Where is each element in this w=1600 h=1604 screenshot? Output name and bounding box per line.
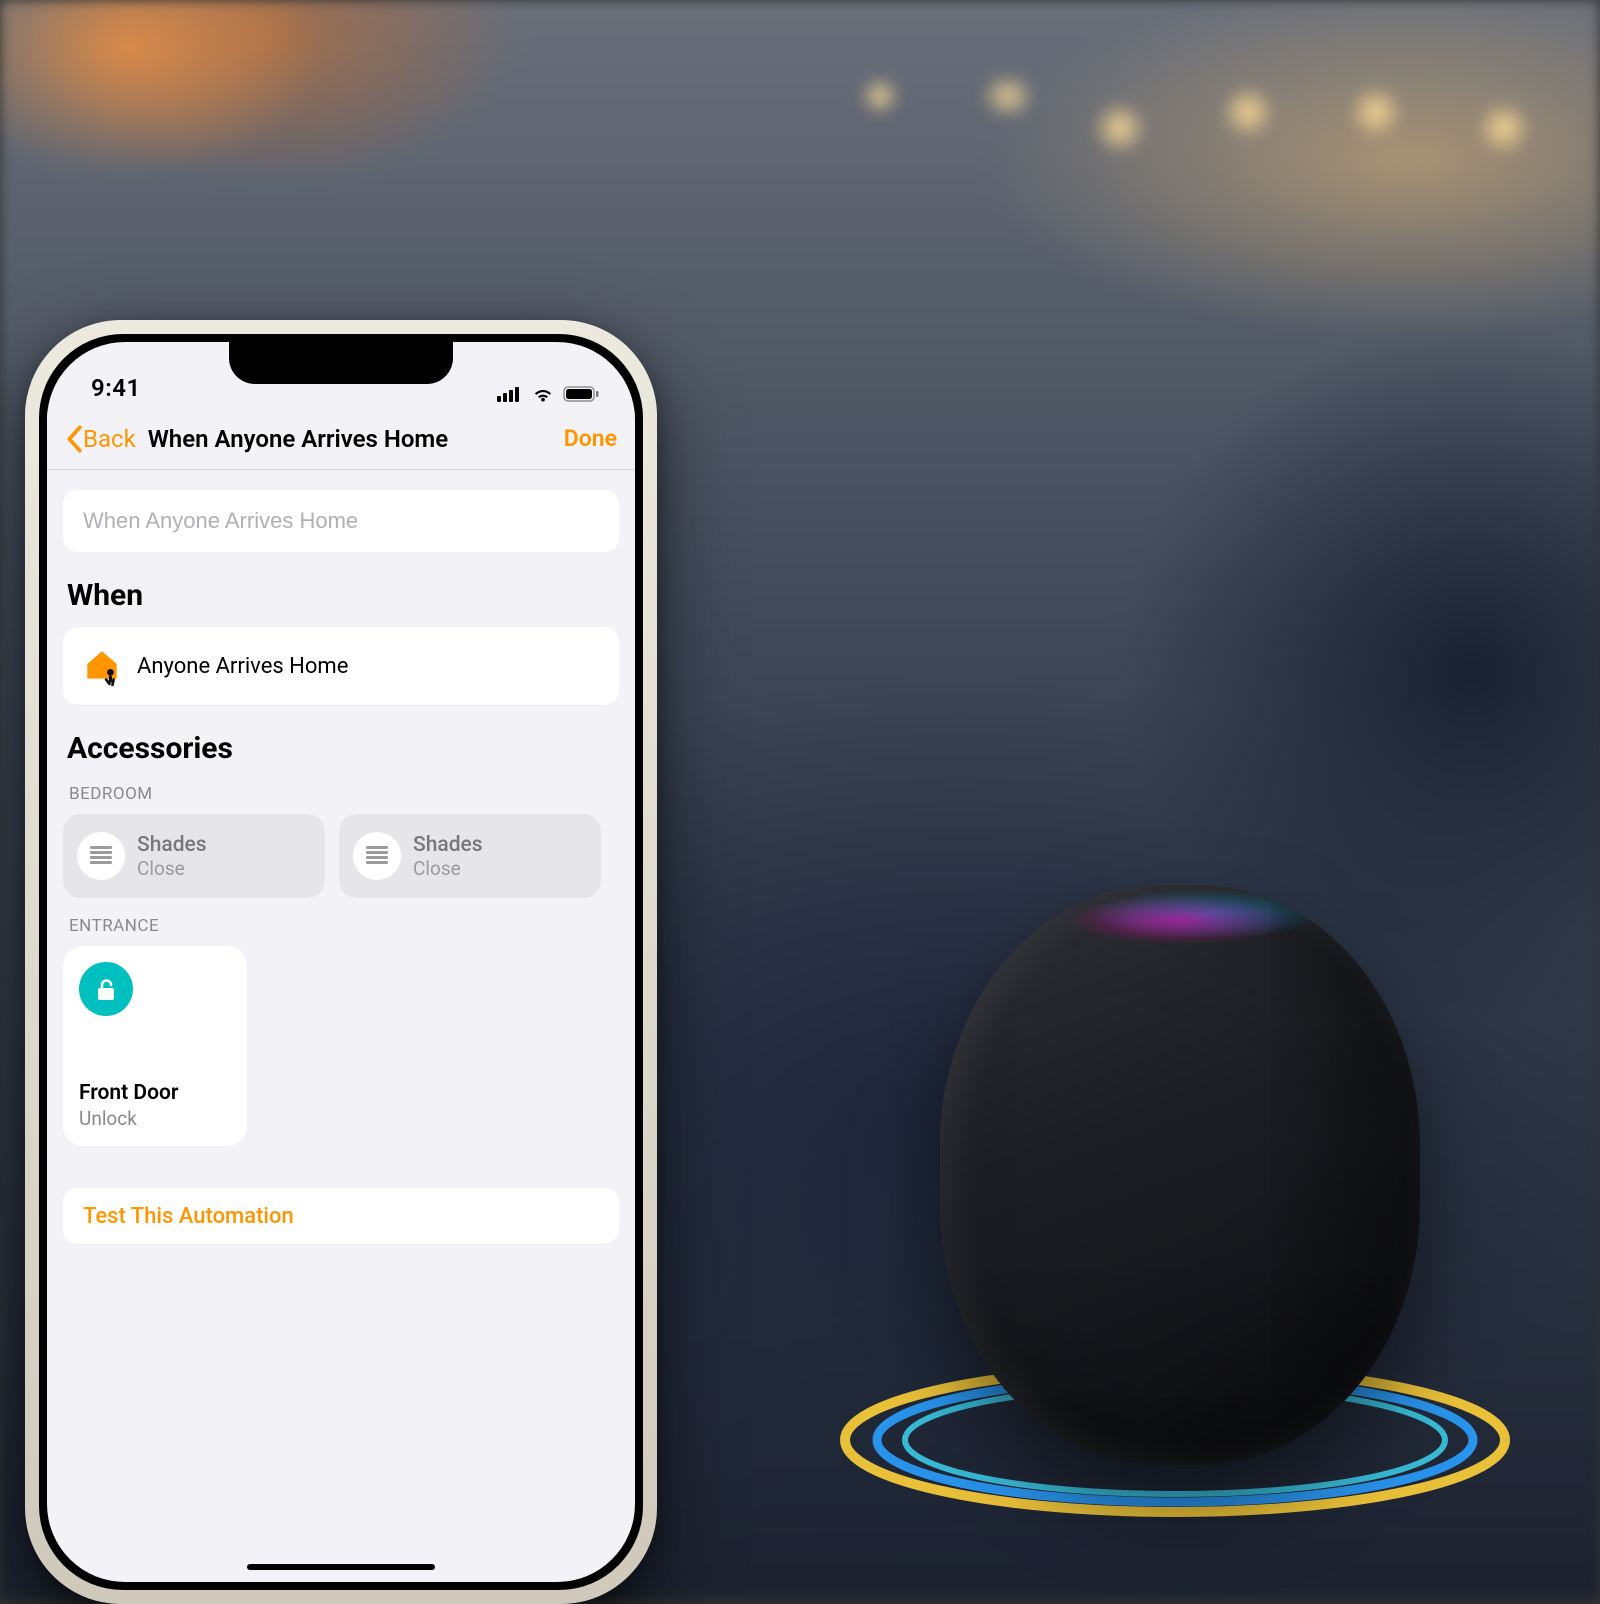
- tile-state: Close: [137, 857, 207, 880]
- unlock-icon: [79, 962, 133, 1016]
- tile-name: Shades: [137, 833, 207, 857]
- done-button[interactable]: Done: [564, 425, 617, 452]
- section-accessories-title: Accessories: [67, 731, 619, 766]
- wifi-icon: [531, 386, 555, 402]
- home-arrive-icon: [81, 645, 123, 687]
- shades-icon: [353, 832, 401, 880]
- accessory-tile-shades-2[interactable]: Shades Close: [339, 814, 601, 898]
- back-label: Back: [83, 425, 136, 453]
- back-button[interactable]: Back: [65, 425, 136, 453]
- section-when-title: When: [67, 578, 619, 613]
- status-time: 9:41: [91, 374, 141, 402]
- chevron-left-icon: [65, 425, 83, 453]
- iphone-device-frame: 9:41: [25, 320, 657, 1604]
- screen: 9:41: [47, 342, 635, 1582]
- group-bedroom-label: BEDROOM: [69, 784, 619, 804]
- shades-icon: [77, 832, 125, 880]
- tile-name: Shades: [413, 833, 483, 857]
- home-indicator[interactable]: [247, 1564, 435, 1570]
- when-trigger-row[interactable]: Anyone Arrives Home: [63, 627, 619, 705]
- when-trigger-label: Anyone Arrives Home: [137, 654, 348, 679]
- tile-name: Front Door: [79, 1081, 231, 1105]
- homepod-speaker: [940, 885, 1420, 1465]
- group-entrance-label: ENTRANCE: [69, 916, 619, 936]
- accessory-tile-front-door[interactable]: Front Door Unlock: [63, 946, 247, 1146]
- notch: [229, 342, 453, 384]
- test-automation-button[interactable]: Test This Automation: [63, 1188, 619, 1244]
- tile-state: Close: [413, 857, 483, 880]
- accessory-tile-shades-1[interactable]: Shades Close: [63, 814, 325, 898]
- battery-icon: [563, 386, 599, 402]
- cellular-icon: [497, 386, 523, 402]
- automation-name-input[interactable]: [63, 490, 619, 552]
- navbar: Back When Anyone Arrives Home Done: [47, 408, 635, 470]
- page-title: When Anyone Arrives Home: [136, 425, 564, 453]
- tile-state: Unlock: [79, 1107, 231, 1130]
- test-automation-label: Test This Automation: [83, 1204, 294, 1229]
